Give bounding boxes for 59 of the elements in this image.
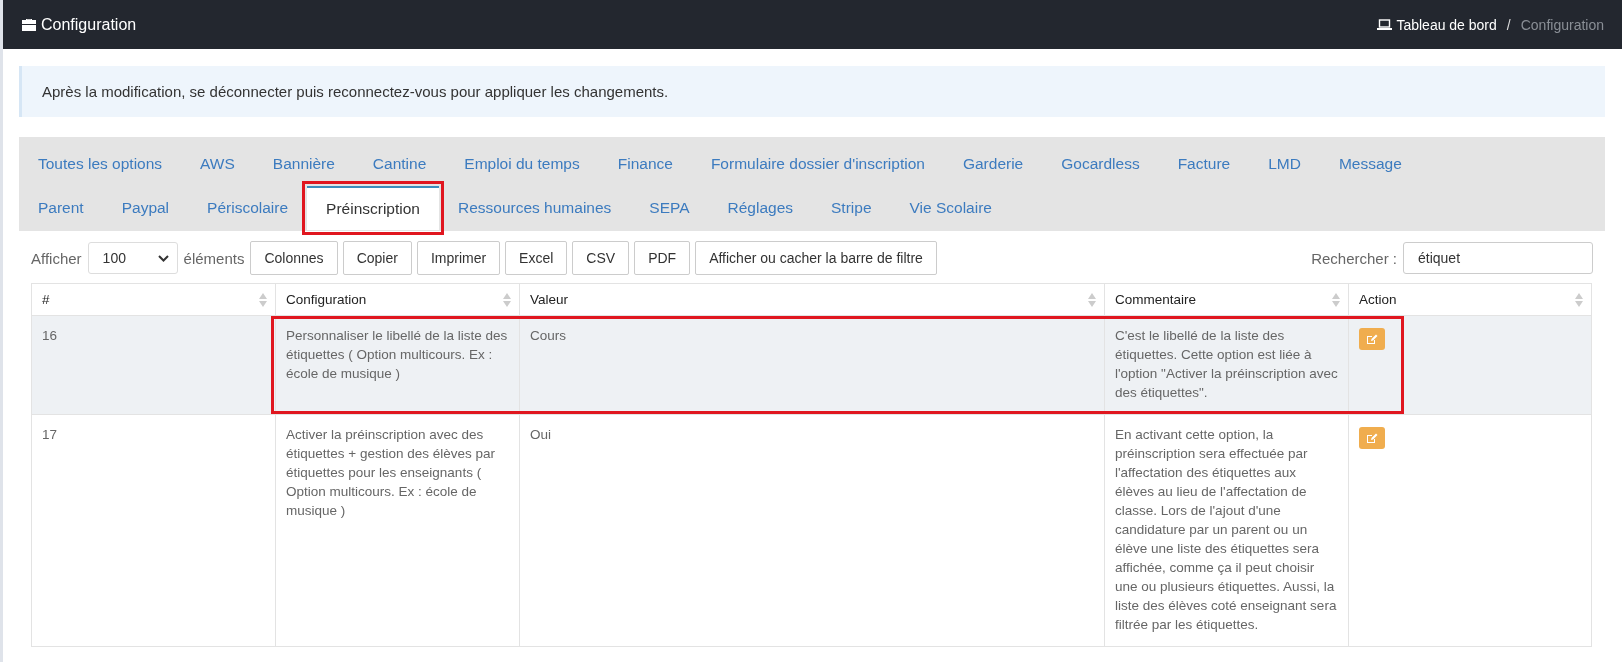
table-cell: Oui: [519, 414, 1105, 647]
tab[interactable]: Bannière: [253, 143, 354, 185]
export-button[interactable]: Colonnes: [250, 241, 338, 275]
tab[interactable]: Gocardless: [1042, 143, 1159, 185]
tab[interactable]: AWS: [181, 143, 254, 185]
entries-label: éléments: [183, 249, 245, 267]
tab[interactable]: Vie Scolaire: [890, 186, 1011, 230]
export-button[interactable]: Copier: [342, 241, 412, 275]
page-size-select[interactable]: 100: [87, 242, 178, 274]
search-label: Rechercher :: [1311, 249, 1397, 267]
search-field[interactable]: étiquet: [1403, 242, 1593, 274]
tab[interactable]: Emploi du temps: [445, 143, 599, 185]
column-header[interactable]: Commentaire: [1104, 283, 1349, 316]
column-header[interactable]: Action: [1348, 283, 1592, 316]
edit-icon: [1366, 432, 1378, 444]
tab[interactable]: Message: [1319, 143, 1421, 185]
laptop-icon: [1377, 19, 1393, 30]
table-cell: 16: [31, 315, 276, 415]
edit-button[interactable]: [1359, 328, 1385, 350]
tab[interactable]: Toutes les options: [19, 143, 182, 185]
export-button[interactable]: CSV: [572, 241, 630, 275]
tab[interactable]: Garderie: [943, 143, 1043, 185]
sort-icon: [259, 292, 267, 307]
column-header[interactable]: #: [31, 283, 276, 316]
tab[interactable]: Facture: [1158, 143, 1250, 185]
tab[interactable]: LMD: [1249, 143, 1320, 185]
tab[interactable]: Ressources humaines: [438, 186, 631, 230]
page-title: Configuration: [41, 15, 137, 34]
info-alert: Après la modification, se déconnecter puis reconnectez-vous pour appliquer les changements.: [19, 66, 1605, 117]
tab[interactable]: SEPA: [630, 186, 709, 230]
tab[interactable]: Formulaire dossier d'inscription: [691, 143, 944, 185]
tab[interactable]: Finance: [598, 143, 692, 185]
sort-icon: [1088, 292, 1096, 307]
table-cell: En activant cette option, la préinscription sera effectuée par l'affectation des étiquettes aux élèves au lieu de l'affectation de classe. Lors de l'ajout d'une candidature par un parent ou un élève une liste des étiquettes sera affichée, comme ça il peut choisir une ou plusieurs étiquettes. Aussi, la liste des élèves coté enseignant sera filtrée par les étiquettes.: [1104, 414, 1349, 647]
tab[interactable]: Paypal: [102, 186, 189, 230]
breadcrumb-current: Configuration: [1520, 16, 1604, 33]
tab[interactable]: Réglages: [708, 186, 813, 230]
tab[interactable]: Cantine: [353, 143, 446, 185]
edit-icon: [1366, 333, 1378, 345]
tab[interactable]: Parent: [19, 186, 103, 230]
tab[interactable]: Stripe: [812, 186, 891, 230]
column-header[interactable]: Valeur: [519, 283, 1105, 316]
column-header[interactable]: Configuration: [275, 283, 520, 316]
breadcrumb-separator: /: [1506, 16, 1511, 33]
breadcrumb-link[interactable]: Tableau de bord: [1377, 16, 1497, 33]
sort-icon: [503, 292, 511, 307]
sort-icon: [1575, 292, 1583, 307]
export-button[interactable]: Excel: [505, 241, 568, 275]
show-label: Afficher: [31, 249, 82, 267]
sort-icon: [1332, 292, 1340, 307]
briefcase-icon: [21, 17, 37, 32]
chevron-down-icon: [157, 254, 169, 262]
edit-button[interactable]: [1359, 427, 1385, 449]
table-cell: Activer la préinscription avec des étiquettes + gestion des élèves par étiquettes pour les enseignants ( Option multicours. Ex : école de musique ): [275, 414, 520, 647]
table-cell: 17: [31, 414, 276, 647]
tab[interactable]: Périscolaire: [188, 186, 308, 230]
export-button[interactable]: Imprimer: [416, 241, 501, 275]
export-button[interactable]: Afficher ou cacher la barre de filtre: [695, 241, 937, 275]
export-button[interactable]: PDF: [634, 241, 691, 275]
